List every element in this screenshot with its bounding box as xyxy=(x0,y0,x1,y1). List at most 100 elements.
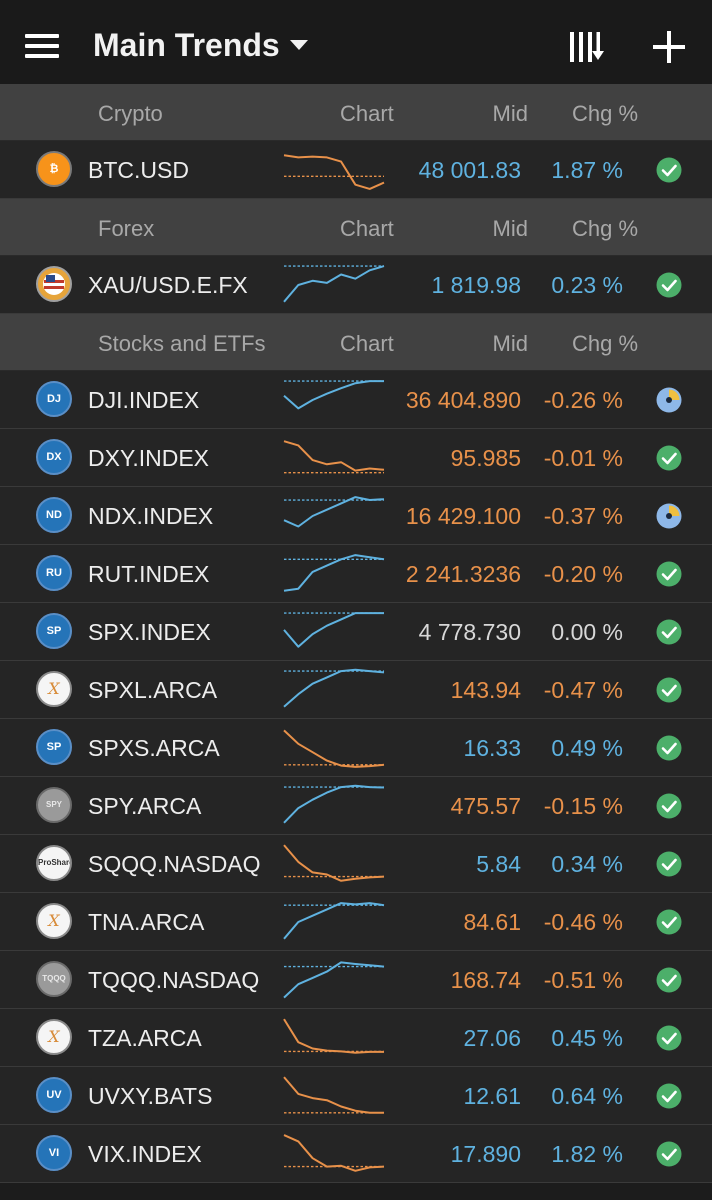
table-row[interactable]: RU RUT.INDEX 2 241.3236 -0.20 % xyxy=(0,545,712,603)
change-percent: 0.45 % xyxy=(551,1025,623,1051)
table-row[interactable]: XAU/USD.E.FX 1 819.98 0.23 % xyxy=(0,256,712,314)
mid-price: 1 819.98 xyxy=(431,272,521,298)
proshares-logo-icon: ProShares xyxy=(36,845,72,881)
sparkline-series xyxy=(283,784,385,824)
change-percent: -0.01 % xyxy=(543,445,623,471)
column-header-mid: Mid xyxy=(492,331,528,356)
table-row[interactable]: ₿ BTC.USD 48 001.83 1.87 % xyxy=(0,141,712,199)
table-row[interactable]: ProShares SQQQ.NASDAQ 5.84 0.34 % xyxy=(0,835,712,893)
column-header-mid: Mid xyxy=(492,216,528,241)
check-circle-icon xyxy=(656,157,682,183)
sparkline-series xyxy=(283,554,385,592)
mid-price: 17.890 xyxy=(450,1141,521,1167)
table-row[interactable]: ND NDX.INDEX 16 429.100 -0.37 % xyxy=(0,487,712,545)
mid-price: 48 001.83 xyxy=(418,157,521,183)
sparkline-chart xyxy=(283,844,385,882)
change-percent: 0.64 % xyxy=(551,1083,623,1109)
sparkline-chart xyxy=(283,154,385,190)
ru-logo-icon: RU xyxy=(36,555,72,591)
pie-clock-icon xyxy=(656,387,682,413)
plus-icon[interactable] xyxy=(652,30,686,64)
change-percent: 1.87 % xyxy=(551,157,623,183)
check-circle-icon xyxy=(656,619,682,645)
table-row[interactable]: VI VIX.INDEX 17.890 1.82 % xyxy=(0,1125,712,1183)
symbol-label: SQQQ.NASDAQ xyxy=(88,851,261,877)
check-circle-icon xyxy=(656,272,682,298)
column-header-chg: Chg % xyxy=(572,216,639,241)
mid-price: 475.57 xyxy=(450,793,521,819)
symbol-label: DXY.INDEX xyxy=(88,445,210,471)
check-circle-icon xyxy=(656,851,682,877)
check-circle-icon xyxy=(656,677,682,703)
sparkline-series xyxy=(283,380,384,410)
sparkline-series xyxy=(283,729,385,768)
sparkline-chart xyxy=(283,902,385,940)
sort-columns-icon[interactable] xyxy=(568,30,604,64)
change-percent: -0.37 % xyxy=(543,503,623,529)
dx-logo-icon: DX xyxy=(36,439,72,475)
dj-logo-icon: DJ xyxy=(36,381,72,417)
mid-price: 5.84 xyxy=(476,851,521,877)
section-header: Crypto Chart Mid Chg % xyxy=(0,84,712,141)
symbol-label: BTC.USD xyxy=(88,157,189,183)
table-row[interactable]: SPY SPY.ARCA 475.57 -0.15 % xyxy=(0,777,712,835)
sparkline-chart xyxy=(283,668,385,708)
symbol-label: VIX.INDEX xyxy=(88,1141,202,1167)
check-circle-icon xyxy=(656,735,682,761)
sparkline-series xyxy=(283,612,384,648)
sparkline-chart xyxy=(283,554,385,592)
change-percent: -0.46 % xyxy=(543,909,623,935)
change-percent: -0.47 % xyxy=(543,677,623,703)
sparkline-chart xyxy=(283,1018,384,1054)
sparkline-chart xyxy=(283,380,384,410)
bitcoin-logo-icon: ₿ xyxy=(36,151,72,187)
hamburger-menu-icon[interactable] xyxy=(25,34,59,58)
mid-price: 4 778.730 xyxy=(418,619,521,645)
table-row[interactable]: X SPXL.ARCA 143.94 -0.47 % xyxy=(0,661,712,719)
table-row[interactable]: X TNA.ARCA 84.61 -0.46 % xyxy=(0,893,712,951)
table-row[interactable]: TQQQ TQQQ.NASDAQ 168.74 -0.51 % xyxy=(0,951,712,1009)
table-row[interactable]: DJ DJI.INDEX 36 404.890 -0.26 % xyxy=(0,371,712,429)
table-row[interactable]: X TZA.ARCA 27.06 0.45 % xyxy=(0,1009,712,1067)
table-row[interactable]: UV UVXY.BATS 12.61 0.64 % xyxy=(0,1067,712,1125)
change-percent: 0.34 % xyxy=(551,851,623,877)
change-percent: 0.00 % xyxy=(551,619,623,645)
dropdown-caret-icon[interactable] xyxy=(290,40,308,50)
change-percent: -0.26 % xyxy=(543,387,623,413)
usd-flag-icon xyxy=(36,266,72,302)
sparkline-series xyxy=(283,1018,384,1054)
check-circle-icon xyxy=(656,1141,682,1167)
watchlist: Crypto Chart Mid Chg % ₿ BTC.USD 48 001.83 1.87… xyxy=(0,84,712,1183)
sparkline-chart xyxy=(283,784,385,824)
mid-price: 16 429.100 xyxy=(405,503,521,529)
sparkline-series xyxy=(283,844,385,882)
mid-price: 12.61 xyxy=(463,1083,521,1109)
check-circle-icon xyxy=(656,967,682,993)
mid-price: 84.61 xyxy=(463,909,521,935)
sparkline-chart xyxy=(283,612,384,648)
page-title[interactable]: Main Trends xyxy=(93,27,280,64)
section-title: Crypto xyxy=(98,101,163,126)
symbol-label: SPXL.ARCA xyxy=(88,677,218,703)
sparkline-series xyxy=(283,902,385,940)
column-header-mid: Mid xyxy=(492,101,528,126)
symbol-label: RUT.INDEX xyxy=(88,561,210,587)
table-row[interactable]: SP SPX.INDEX 4 778.730 0.00 % xyxy=(0,603,712,661)
change-percent: 1.82 % xyxy=(551,1141,623,1167)
section-header: Stocks and ETFs Chart Mid Chg % xyxy=(0,314,712,371)
change-percent: 0.23 % xyxy=(551,272,623,298)
symbol-label: SPX.INDEX xyxy=(88,619,211,645)
table-row[interactable]: SP SPXS.ARCA 16.33 0.49 % xyxy=(0,719,712,777)
change-percent: -0.20 % xyxy=(543,561,623,587)
column-header-chg: Chg % xyxy=(572,101,639,126)
top-bar: Main Trends xyxy=(0,0,712,84)
section-title: Stocks and ETFs xyxy=(98,331,266,356)
change-percent: -0.51 % xyxy=(543,967,623,993)
symbol-label: SPXS.ARCA xyxy=(88,735,220,761)
pie-clock-icon xyxy=(656,503,682,529)
change-percent: 0.49 % xyxy=(551,735,623,761)
column-header-chart: Chart xyxy=(340,216,394,241)
table-row[interactable]: DX DXY.INDEX 95.985 -0.01 % xyxy=(0,429,712,487)
sparkline-chart xyxy=(283,1134,385,1172)
sparkline-chart xyxy=(283,961,385,999)
